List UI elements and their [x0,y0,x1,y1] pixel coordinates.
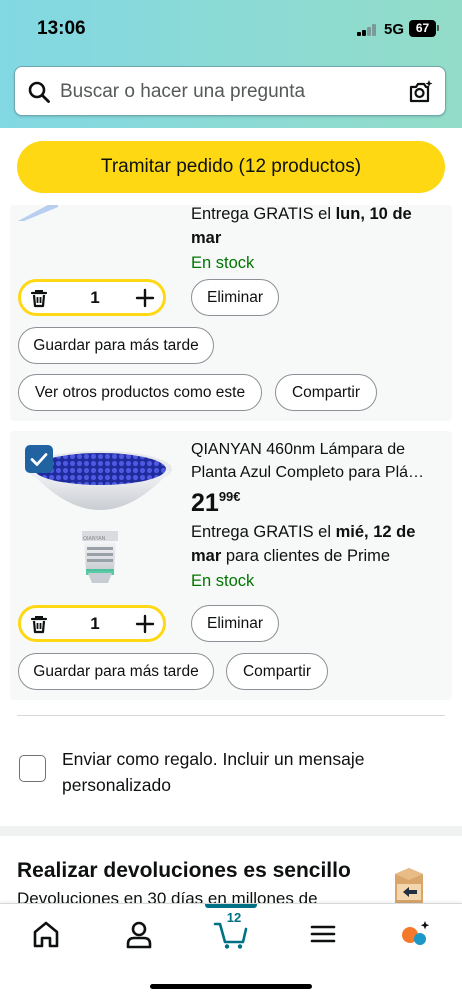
home-indicator[interactable] [150,984,312,989]
returns-subtitle: Devoluciones en 30 días en millones de [17,889,318,903]
delete-button[interactable]: Eliminar [191,279,279,316]
stock-status: En stock [191,572,255,590]
cart-item-card: QIANYAN QIANYAN 460nm Lámpara de Planta … [10,431,452,700]
cart-active-indicator [205,904,257,908]
delivery-date: lun, 10 de [335,205,412,223]
trash-icon[interactable] [29,288,49,308]
gift-checkbox[interactable] [19,755,46,782]
see-similar-button[interactable]: Ver otros productos como este [18,374,262,411]
search-icon [28,81,50,103]
search-bar[interactable] [14,66,446,116]
delivery-suffix: para clientes de Prime [221,547,391,565]
header: 13:06 5G 67 [0,0,462,128]
checkmark-icon [30,453,48,466]
battery-level: 67 [415,21,430,35]
network-label: 5G [384,21,405,38]
product-price: 2199€ [191,489,241,518]
price-currency: € [233,489,241,504]
product-title-line1[interactable]: QIANYAN 460nm Lámpara de [191,441,443,459]
cart-count-badge: 12 [226,910,242,925]
camera-icon[interactable] [407,78,435,106]
quantity-stepper[interactable]: 1 [18,605,166,642]
delivery-date-cont: mar [191,229,222,247]
section-separator [0,826,462,836]
price-whole: 21 [191,489,219,517]
rufus-icon[interactable] [397,918,433,950]
share-button[interactable]: Compartir [226,653,328,690]
save-for-later-button[interactable]: Guardar para más tarde [18,327,214,364]
gift-label[interactable]: Enviar como regalo. Incluir un mensaje p… [62,746,422,798]
search-input[interactable] [60,80,380,104]
divider [17,715,445,716]
cart-item-card: Entrega GRATIS el lun, 10 de mar En stoc… [10,205,452,421]
returns-title: Realizar devoluciones es sencillo [17,859,351,882]
status-time: 13:06 [37,18,86,39]
checkout-button[interactable]: Tramitar pedido (12 productos) [17,141,445,193]
delivery-info: Entrega GRATIS el lun, 10 de [191,205,412,224]
menu-icon[interactable] [305,918,341,950]
delivery-info: Entrega GRATIS el mié, 12 de [191,523,415,542]
delivery-prefix: Entrega GRATIS el [191,205,336,223]
battery-tip [437,25,439,31]
battery-icon: 67 [409,20,436,37]
product-image[interactable] [18,205,58,221]
delete-button[interactable]: Eliminar [191,605,279,642]
share-button[interactable]: Compartir [275,374,377,411]
account-icon[interactable] [121,918,157,950]
quantity-value: 1 [90,288,100,307]
delivery-prefix: Entrega GRATIS el [191,523,336,541]
price-fraction: 99 [218,489,234,504]
delivery-date: mié, 12 de [335,523,416,541]
delivery-date-cont: mar [191,547,222,565]
save-for-later-button[interactable]: Guardar para más tarde [18,653,214,690]
stock-status: En stock [191,254,255,272]
quantity-value: 1 [90,614,100,633]
item-select-checkbox[interactable] [25,445,53,473]
delivery-info-cont: mar para clientes de Prime [191,547,390,566]
signal-icon [357,24,377,36]
trash-icon[interactable] [29,614,49,634]
product-title-line2[interactable]: Planta Azul Completo para Plá… [191,464,443,482]
status-bar: 13:06 5G 67 [0,0,462,58]
plus-icon[interactable] [135,288,155,308]
return-box-icon [395,868,423,904]
quantity-stepper[interactable]: 1 [18,279,166,316]
plus-icon[interactable] [135,614,155,634]
home-icon[interactable] [28,918,64,950]
